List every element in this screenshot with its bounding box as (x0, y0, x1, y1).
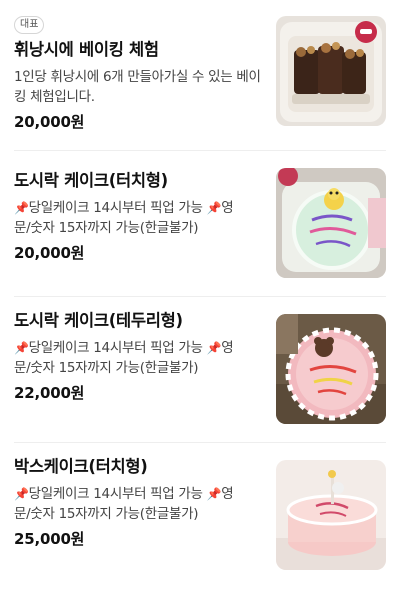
item-price: 22,000원 (14, 384, 85, 402)
item-description: 📌당일케이크 14시부터 픽업 가능 📌영 문/숫자 15자까지 가능(한글불가… (14, 200, 234, 236)
pushpin-icon: 📌 (206, 341, 222, 355)
pink-box-cake-photo-icon[interactable] (276, 460, 386, 570)
item-description: 📌당일케이크 14시부터 픽업 가능 📌영 문/숫자 15자까지 가능(한글불가… (14, 340, 234, 376)
featured-badge: 대표 (14, 16, 45, 34)
list-item[interactable]: 도시락 케이크(터치형) 📌당일케이크 14시부터 픽업 가능 📌영 문/숫자 … (0, 150, 400, 296)
item-text: 도시락 케이크(터치형) 📌당일케이크 14시부터 픽업 가능 📌영 문/숫자 … (14, 170, 262, 263)
item-description: 📌당일케이크 14시부터 픽업 가능 📌영 문/숫자 15자까지 가능(한글불가… (14, 486, 234, 522)
pushpin-icon: 📌 (206, 487, 222, 501)
item-price: 25,000원 (14, 530, 85, 548)
brownie-box-photo-icon[interactable] (276, 16, 386, 126)
item-text: 박스케이크(터치형) 📌당일케이크 14시부터 픽업 가능 📌영 문/숫자 15… (14, 456, 262, 549)
item-price: 20,000원 (14, 244, 85, 262)
item-text: 대표 휘낭시에 베이킹 체험 1인당 휘낭시에 6개 만들아가실 수 있는 베이… (14, 12, 262, 132)
pushpin-icon: 📌 (14, 487, 29, 501)
item-price: 20,000원 (14, 113, 85, 131)
item-title: 휘낭시에 베이킹 체험 (14, 40, 159, 59)
item-title: 박스케이크(터치형) (14, 457, 148, 476)
product-list: 대표 휘낭시에 베이킹 체험 1인당 휘낭시에 6개 만들아가실 수 있는 베이… (0, 0, 400, 588)
pushpin-icon: 📌 (14, 201, 29, 215)
pushpin-icon: 📌 (14, 341, 29, 355)
item-title: 도시락 케이크(터치형) (14, 171, 168, 190)
list-item[interactable]: 도시락 케이크(테두리형) 📌당일케이크 14시부터 픽업 가능 📌영 문/숫자… (0, 296, 400, 442)
mint-lunchbox-cake-photo-icon[interactable] (276, 168, 386, 278)
list-item[interactable]: 대표 휘낭시에 베이킹 체험 1인당 휘낭시에 6개 만들아가실 수 있는 베이… (0, 0, 400, 150)
item-title: 도시락 케이크(테두리형) (14, 311, 183, 330)
item-description: 1인당 휘낭시에 6개 만들아가실 수 있는 베이킹 체험입니다. (14, 69, 261, 105)
item-text: 도시락 케이크(테두리형) 📌당일케이크 14시부터 픽업 가능 📌영 문/숫자… (14, 310, 262, 403)
pushpin-icon: 📌 (206, 201, 222, 215)
list-item[interactable]: 박스케이크(터치형) 📌당일케이크 14시부터 픽업 가능 📌영 문/숫자 15… (0, 442, 400, 588)
pink-border-cake-photo-icon[interactable] (276, 314, 386, 424)
